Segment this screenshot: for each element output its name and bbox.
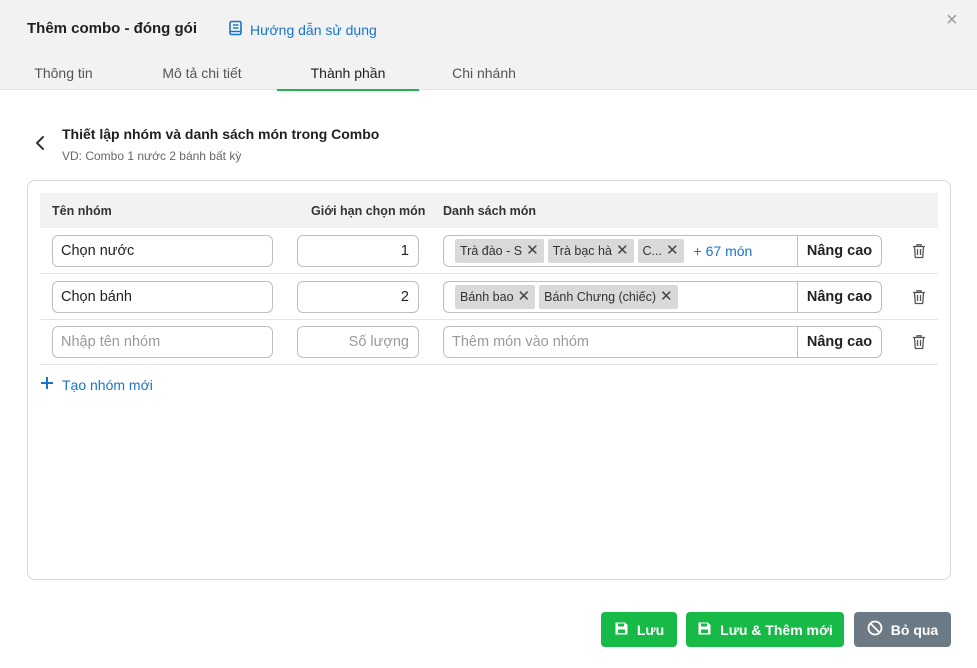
guide-link[interactable]: Hướng dẫn sử dụng	[228, 20, 377, 39]
remove-tag-icon[interactable]: ✕	[526, 243, 539, 258]
tag-label: Bánh Chưng (chiếc)	[544, 290, 657, 304]
table-header: Tên nhóm Giới hạn chọn món Danh sách món	[40, 193, 938, 228]
remove-tag-icon[interactable]: ✕	[660, 289, 673, 304]
placeholder: Thêm món vào nhóm	[452, 334, 590, 350]
group-name-input[interactable]: Chọn nước	[52, 235, 273, 267]
save-and-add-button[interactable]: Lưu & Thêm mới	[686, 612, 844, 647]
floppy-icon	[697, 621, 712, 639]
row-divider	[40, 273, 938, 274]
remove-tag-icon[interactable]: ✕	[666, 243, 679, 258]
col-items: Danh sách món	[443, 204, 537, 218]
items-select[interactable]: Bánh bao ✕ Bánh Chưng (chiếc) ✕	[443, 281, 798, 313]
floppy-icon	[614, 621, 629, 639]
back-chevron-icon[interactable]	[33, 134, 47, 152]
save-label: Lưu	[636, 621, 665, 638]
row-divider	[40, 364, 938, 365]
remove-tag-icon[interactable]: ✕	[518, 289, 531, 304]
new-items-select[interactable]: Thêm món vào nhóm	[443, 326, 798, 358]
items-select[interactable]: Trà đào - S ✕ Trà bạc hà ✕ C... ✕ + 67 món	[443, 235, 798, 267]
remove-tag-icon[interactable]: ✕	[616, 243, 629, 258]
limit-input[interactable]: 1	[297, 235, 419, 267]
item-tag: Bánh Chưng (chiếc) ✕	[539, 285, 678, 309]
more-items-link[interactable]: + 67 món	[694, 243, 753, 259]
item-tag: C... ✕	[637, 239, 684, 263]
section-subtitle: VD: Combo 1 nước 2 bánh bất kỳ	[62, 149, 242, 163]
add-group-label: Tạo nhóm mới	[62, 376, 153, 393]
modal-title: Thêm combo - đóng gói	[27, 20, 197, 37]
ban-icon	[867, 620, 883, 639]
new-limit-input[interactable]: Số lượng	[297, 326, 419, 358]
trash-icon[interactable]	[912, 334, 926, 350]
modal-header: Thêm combo - đóng gói Hướng dẫn sử dụng …	[0, 0, 977, 91]
advanced-button[interactable]: Nâng cao	[797, 281, 882, 313]
tag-label: Trà bạc hà	[552, 244, 612, 258]
placeholder: Nhập tên nhóm	[61, 334, 161, 350]
advanced-button[interactable]: Nâng cao	[797, 326, 882, 358]
tag-label: Trà đào - S	[460, 244, 523, 258]
trash-icon[interactable]	[912, 289, 926, 305]
advanced-button[interactable]: Nâng cao	[797, 235, 882, 267]
new-group-name-input[interactable]: Nhập tên nhóm	[52, 326, 273, 358]
tag-label: C...	[642, 244, 662, 258]
trash-icon[interactable]	[912, 243, 926, 259]
save-add-label: Lưu & Thêm mới	[720, 621, 833, 638]
skip-label: Bỏ qua	[890, 621, 939, 638]
skip-button[interactable]: Bỏ qua	[854, 612, 951, 647]
section-title: Thiết lập nhóm và danh sách món trong Co…	[62, 126, 380, 142]
save-button[interactable]: Lưu	[601, 612, 677, 647]
tab-branches[interactable]: Chi nhánh	[419, 60, 549, 90]
group-name-input[interactable]: Chọn bánh	[52, 281, 273, 313]
book-icon	[228, 20, 244, 39]
col-group-name: Tên nhóm	[52, 204, 112, 218]
close-icon[interactable]: ×	[946, 10, 958, 30]
item-tag: Bánh bao ✕	[455, 285, 536, 309]
col-limit: Giới hạn chọn món	[311, 204, 426, 218]
placeholder: Số lượng	[348, 334, 409, 350]
item-tag: Trà bạc hà ✕	[547, 239, 634, 263]
tab-info[interactable]: Thông tin	[0, 60, 127, 90]
tab-description[interactable]: Mô tả chi tiết	[127, 60, 277, 90]
guide-label: Hướng dẫn sử dụng	[250, 21, 377, 38]
row-divider	[40, 319, 938, 320]
item-tag: Trà đào - S ✕	[455, 239, 544, 263]
limit-input[interactable]: 2	[297, 281, 419, 313]
plus-icon	[40, 376, 54, 393]
tab-components[interactable]: Thành phần	[277, 60, 419, 91]
add-group-button[interactable]: Tạo nhóm mới	[40, 376, 153, 393]
tag-label: Bánh bao	[460, 290, 514, 304]
